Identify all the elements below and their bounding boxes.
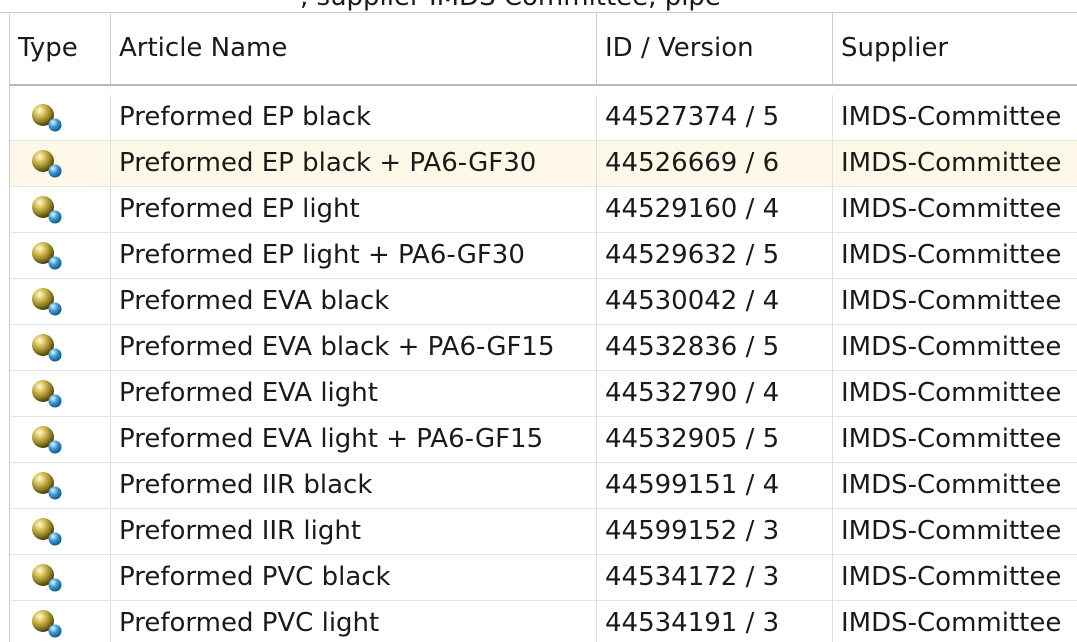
supplier-cell: IMDS-Committee xyxy=(832,509,1077,554)
id-version-cell: 44529160 / 4 xyxy=(596,187,832,232)
material-sphere-icon xyxy=(30,609,64,639)
type-cell xyxy=(10,417,110,462)
table-row[interactable]: Preformed EP black + PA6-GF30 44526669 / … xyxy=(10,141,1077,187)
column-header-id-version[interactable]: ID / Version xyxy=(596,13,832,84)
material-sphere-icon xyxy=(30,517,64,547)
id-version-cell: 44529632 / 5 xyxy=(596,233,832,278)
id-version-cell: 44532790 / 4 xyxy=(596,371,832,416)
material-sphere-icon xyxy=(30,241,64,271)
id-version-cell: 44534191 / 3 xyxy=(596,601,832,642)
supplier-cell: IMDS-Committee xyxy=(832,141,1077,186)
type-cell xyxy=(10,279,110,324)
table-row[interactable]: Preformed EVA light 44532790 / 4 IMDS-Comm… xyxy=(10,371,1077,417)
type-cell xyxy=(10,555,110,600)
table-row[interactable]: Preformed PVC light 44534191 / 3 IMDS-Comm… xyxy=(10,601,1077,642)
supplier-cell: IMDS-Committee xyxy=(832,187,1077,232)
table-header: Type Article Name ID / Version Supplier xyxy=(10,13,1077,86)
table-row[interactable]: Preformed PVC black 44534172 / 3 IMDS-Comm… xyxy=(10,555,1077,601)
material-sphere-icon xyxy=(30,287,64,317)
material-sphere-icon xyxy=(30,149,64,179)
material-sphere-icon xyxy=(30,333,64,363)
type-cell xyxy=(10,325,110,370)
id-version-cell: 44599151 / 4 xyxy=(596,463,832,508)
clipped-title-strip: , supplier IMDS Committee, pipe xyxy=(0,0,1077,13)
material-sphere-icon xyxy=(30,425,64,455)
article-name-cell: Preformed EVA black xyxy=(110,279,596,324)
table-row[interactable]: Preformed EP black 44527374 / 5 IMDS-Commi… xyxy=(10,95,1077,141)
column-header-supplier[interactable]: Supplier xyxy=(832,13,1077,84)
table-row[interactable]: Preformed EP light + PA6-GF30 44529632 / … xyxy=(10,233,1077,279)
article-name-cell: Preformed EP light xyxy=(110,187,596,232)
id-version-cell: 44530042 / 4 xyxy=(596,279,832,324)
article-name-cell: Preformed EP light + PA6-GF30 xyxy=(110,233,596,278)
column-header-article-name[interactable]: Article Name xyxy=(110,13,596,84)
table-row[interactable]: Preformed EVA black + PA6-GF15 44532836 /… xyxy=(10,325,1077,371)
type-cell xyxy=(10,509,110,554)
supplier-cell: IMDS-Committee xyxy=(832,233,1077,278)
supplier-cell: IMDS-Committee xyxy=(832,555,1077,600)
table-row[interactable]: Preformed EVA light + PA6-GF15 44532905 /… xyxy=(10,417,1077,463)
id-version-cell: 44534172 / 3 xyxy=(596,555,832,600)
material-sphere-icon xyxy=(30,379,64,409)
article-name-cell: Preformed EP black + PA6-GF30 xyxy=(110,141,596,186)
id-version-cell: 44532836 / 5 xyxy=(596,325,832,370)
table-row[interactable]: Preformed EP light 44529160 / 4 IMDS-Commi… xyxy=(10,187,1077,233)
id-version-cell: 44532905 / 5 xyxy=(596,417,832,462)
supplier-cell: IMDS-Committee xyxy=(832,95,1077,140)
id-version-cell: 44526669 / 6 xyxy=(596,141,832,186)
type-cell xyxy=(10,601,110,642)
article-name-cell: Preformed EP black xyxy=(110,95,596,140)
article-name-cell: Preformed EVA light xyxy=(110,371,596,416)
material-list-window: , supplier IMDS Committee, pipe Type Art… xyxy=(0,0,1077,642)
type-cell xyxy=(10,95,110,140)
supplier-cell: IMDS-Committee xyxy=(832,371,1077,416)
article-name-cell: Preformed EVA light + PA6-GF15 xyxy=(110,417,596,462)
supplier-cell: IMDS-Committee xyxy=(832,601,1077,642)
supplier-cell: IMDS-Committee xyxy=(832,279,1077,324)
type-cell xyxy=(10,187,110,232)
id-version-cell: 44527374 / 5 xyxy=(596,95,832,140)
column-header-type[interactable]: Type xyxy=(10,13,110,84)
supplier-cell: IMDS-Committee xyxy=(832,463,1077,508)
table-row[interactable]: Preformed IIR black 44599151 / 4 IMDS-Comm… xyxy=(10,463,1077,509)
type-cell xyxy=(10,463,110,508)
type-cell xyxy=(10,233,110,278)
material-sphere-icon xyxy=(30,563,64,593)
material-sphere-icon xyxy=(30,103,64,133)
table-row[interactable]: Preformed IIR light 44599152 / 3 IMDS-Comm… xyxy=(10,509,1077,555)
supplier-cell: IMDS-Committee xyxy=(832,417,1077,462)
type-cell xyxy=(10,141,110,186)
type-cell xyxy=(10,371,110,416)
article-name-cell: Preformed EVA black + PA6-GF15 xyxy=(110,325,596,370)
supplier-cell: IMDS-Committee xyxy=(832,325,1077,370)
article-name-cell: Preformed IIR black xyxy=(110,463,596,508)
material-sphere-icon xyxy=(30,195,64,225)
article-name-cell: Preformed IIR light xyxy=(110,509,596,554)
material-sphere-icon xyxy=(30,471,64,501)
article-name-cell: Preformed PVC light xyxy=(110,601,596,642)
table-row[interactable]: Preformed EVA black 44530042 / 4 IMDS-Comm… xyxy=(10,279,1077,325)
id-version-cell: 44599152 / 3 xyxy=(596,509,832,554)
article-name-cell: Preformed PVC black xyxy=(110,555,596,600)
clipped-title-text: , supplier IMDS Committee, pipe xyxy=(300,0,721,12)
